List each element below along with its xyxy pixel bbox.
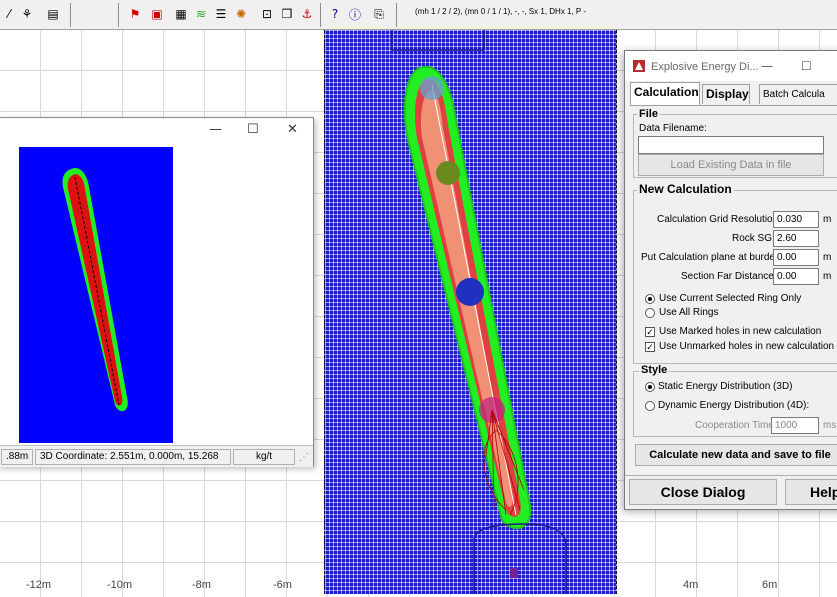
ring-current-label: Use Current Selected Ring Only [659,293,802,304]
app-icon [633,60,645,72]
collar-marker [420,76,444,100]
list-icon[interactable]: ☰ [212,5,230,23]
dynamic-energy-label: Dynamic Energy Distribution (4D): [658,400,810,411]
burden-plane-label: Put Calculation plane at burden: [641,252,784,263]
preview-canvas[interactable] [19,147,173,443]
data-filename-label: Data Filename: [639,123,707,134]
dialog-titlebar[interactable]: Explosive Energy Di... — ☐ [625,51,837,81]
cooperation-time-label: Cooperation Time: [695,420,777,431]
preview-contour [62,167,128,412]
axis-label: 6m [762,579,778,591]
blasthole-contour [391,30,567,594]
window-icon[interactable]: ⊡ [258,5,276,23]
fan-tool-icon[interactable]: ⚘ [18,5,36,23]
axis-label: -8m [192,579,211,591]
ring-all-radio[interactable] [645,308,655,318]
view-toggle-icon[interactable]: ▤ [44,5,62,23]
preview-statusbar: .88m 3D Coordinate: 2.551m, 0.000m, 15.2… [0,445,313,467]
primer-marker [456,278,484,306]
marked-holes-checkbox[interactable]: ✓ [645,327,655,337]
close-icon[interactable]: ✕ [287,122,298,137]
anchor-icon[interactable]: ⚓ [298,5,316,23]
burden-plane-unit: m [823,252,832,263]
marked-holes-label: Use Marked holes in new calculation [659,326,822,337]
grid-resolution-label: Calculation Grid Resolution: [657,214,781,225]
preview-titlebar[interactable]: — ☐ ✕ [0,118,313,144]
static-energy-radio[interactable] [645,382,655,392]
toe-outline [473,523,567,594]
application-window: ⁄ ⚘ ▤ ⚑ ▣ ▦ ≋ ☰ ✺ ⊡ ❒ ⚓ ? ⓘ ⎘ (mh 1 / 2 … [0,0,837,597]
status-coordinate: 3D Coordinate: 2.551m, 0.000m, 15.268 [35,449,231,465]
deck-marker [436,161,460,185]
ring-current-radio[interactable] [645,294,655,304]
cooperation-time-unit: ms [823,420,837,431]
explosive-energy-dialog[interactable]: Explosive Energy Di... — ☐ Calculation D… [624,50,837,510]
tab-display[interactable]: Display [702,84,750,104]
new-calculation-title: New Calculation [637,182,734,196]
grid-icon[interactable]: ▦ [172,5,190,23]
far-distance-input[interactable]: 0.00 [773,268,819,285]
static-energy-label: Static Energy Distribution (3D) [658,381,793,392]
axis-label: -10m [107,579,133,591]
dialog-title: Explosive Energy Di... [651,61,759,73]
tab-calculation[interactable]: Calculation [630,82,700,105]
info-icon[interactable]: ⓘ [346,5,364,23]
axis-label: 4m [683,579,699,591]
minimize-icon[interactable]: — [209,122,222,137]
help-button[interactable]: Help [785,479,837,505]
flag-marker-icon[interactable]: ⚑ [126,5,144,23]
resize-grip-icon[interactable]: ⋰ [299,452,309,463]
axis-label: -12m [26,579,52,591]
rock-sg-input[interactable]: 2.60 [773,230,819,247]
record-icon[interactable]: ▣ [148,5,166,23]
rock-sg-label: Rock SG: [732,233,775,244]
status-text: (mh 1 / 2 / 2), (mn 0 / 1 / 1), -, -, Sx… [415,7,587,16]
main-toolbar: ⁄ ⚘ ▤ ⚑ ▣ ▦ ≋ ☰ ✺ ⊡ ❒ ⚓ ? ⓘ ⎘ (mh 1 / 2 … [0,0,837,30]
toe-marker [510,568,518,578]
draw-line-icon[interactable]: ⁄ [0,5,18,23]
cooperation-time-input[interactable]: 1000 [771,417,819,434]
tab-batch-calculation[interactable]: Batch Calcula [759,84,837,104]
dynamic-energy-radio[interactable] [645,401,655,411]
energy-icon[interactable]: ✺ [232,5,250,23]
axis-label: -6m [273,579,292,591]
minimize-icon[interactable]: — [761,59,773,73]
status-distance: .88m [1,449,33,465]
preview-window[interactable]: — ☐ ✕ .88m 3D Coordinate: 2.551m, 0.000m… [0,117,314,467]
cube-icon[interactable]: ❒ [278,5,296,23]
unmarked-holes-checkbox[interactable]: ✓ [645,342,655,352]
status-unit: kg/t [233,449,295,465]
ring-all-label: Use All Rings [659,307,719,318]
far-distance-unit: m [823,271,832,282]
close-dialog-button[interactable]: Close Dialog [629,479,777,505]
style-group-title: Style [639,364,670,376]
data-filename-input[interactable] [638,136,824,154]
help-pointer-icon[interactable]: ? [326,5,344,23]
grid-resolution-unit: m [823,214,832,225]
file-group-title: File [637,108,660,120]
clipboard-icon[interactable]: ⎘ [370,5,388,23]
maximize-icon[interactable]: ☐ [247,122,259,137]
burden-plane-input[interactable]: 0.00 [773,249,819,266]
collar-outline [391,30,485,51]
far-distance-label: Section Far Distance: [681,271,777,282]
unmarked-holes-label: Use Unmarked holes in new calculation [659,341,835,352]
contour-icon[interactable]: ≋ [192,5,210,23]
grid-resolution-input[interactable]: 0.030 [773,211,819,228]
load-existing-button[interactable]: Load Existing Data in file [638,154,824,176]
calculate-save-button[interactable]: Calculate new data and save to file [635,444,837,466]
maximize-icon[interactable]: ☐ [801,59,812,73]
